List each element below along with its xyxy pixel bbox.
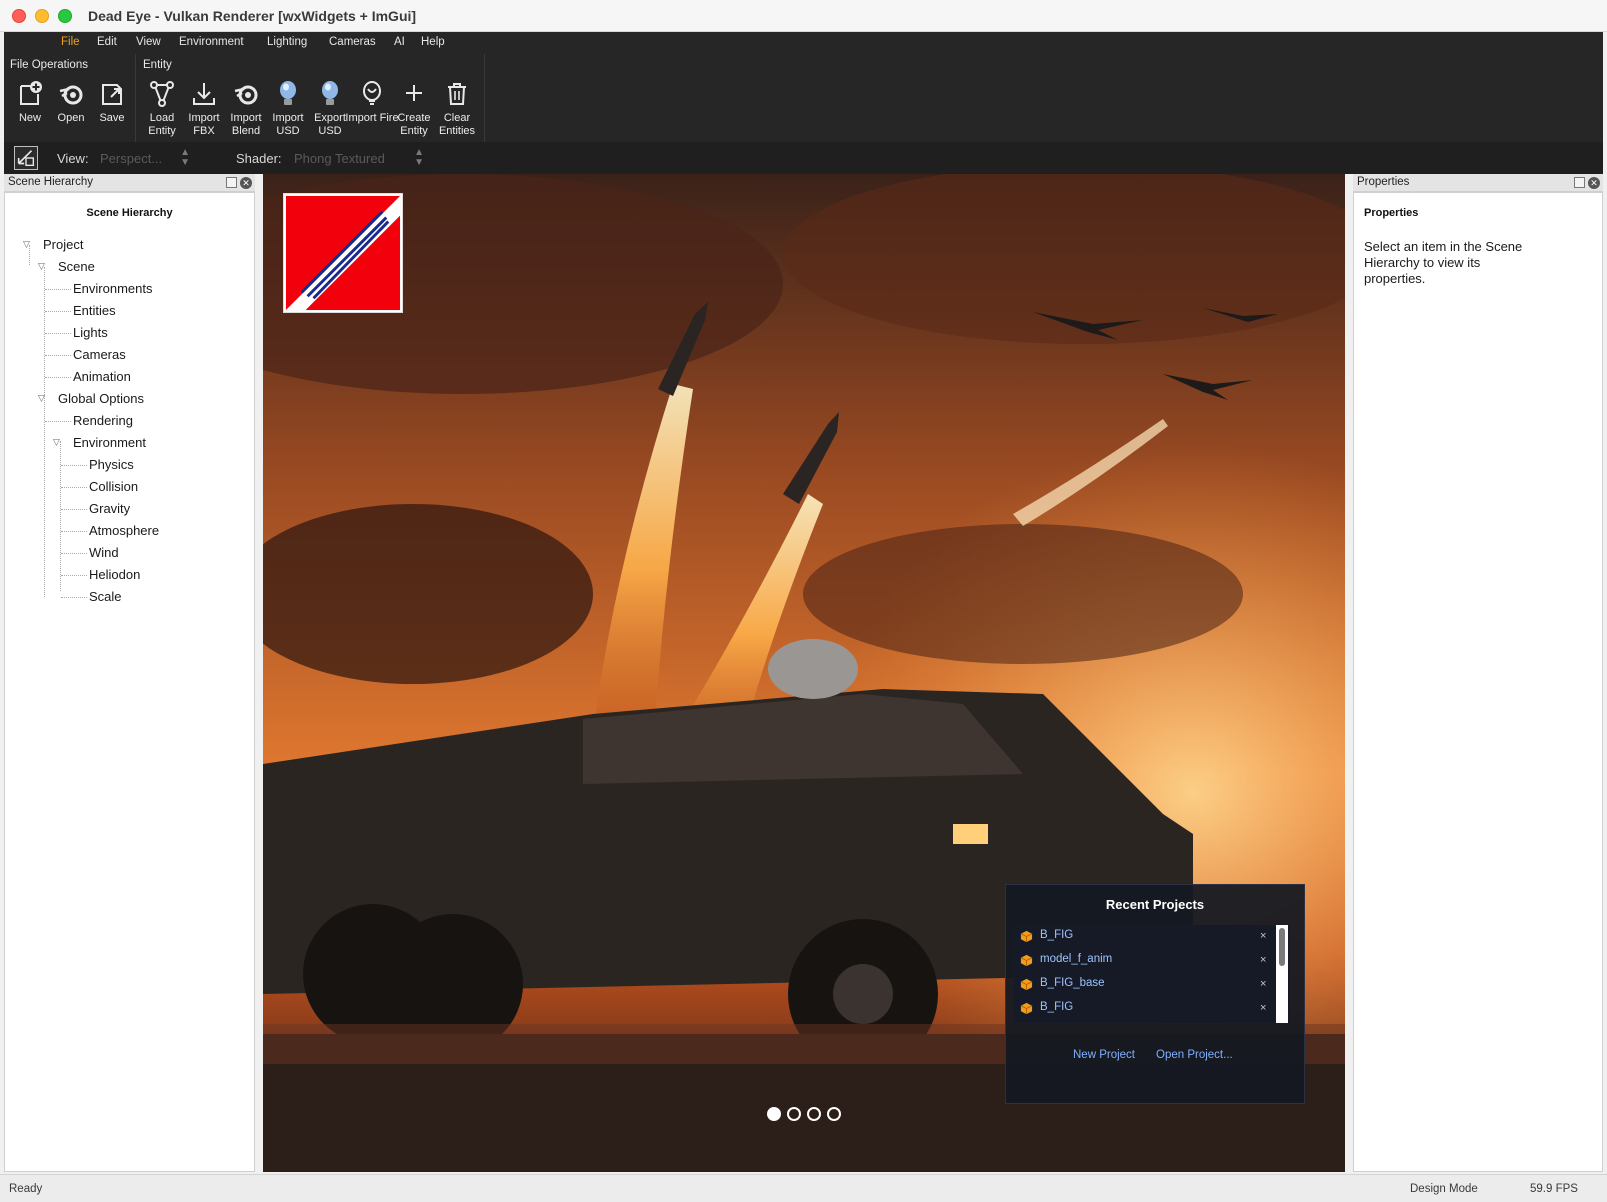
title-bar: Dead Eye - Vulkan Renderer [wxWidgets + … bbox=[0, 0, 1607, 32]
remove-project-icon[interactable]: × bbox=[1260, 1002, 1266, 1014]
remove-project-icon[interactable]: × bbox=[1260, 930, 1266, 942]
lightbulb-icon bbox=[280, 81, 296, 105]
remove-project-icon[interactable]: × bbox=[1260, 978, 1266, 990]
recent-projects-panel: Recent Projects B_FIG × model_f_anim × B… bbox=[1005, 884, 1305, 1104]
render-viewport[interactable]: Recent Projects B_FIG × model_f_anim × B… bbox=[263, 174, 1345, 1172]
chevron-down-icon[interactable]: ▽ bbox=[38, 393, 48, 403]
fire-bulb-icon bbox=[363, 81, 381, 105]
node-graph-icon bbox=[150, 81, 174, 107]
menu-view[interactable]: View bbox=[136, 36, 161, 48]
cube-icon bbox=[1020, 1002, 1033, 1015]
carousel-dot[interactable] bbox=[787, 1107, 801, 1121]
save-button[interactable]: Save bbox=[91, 78, 133, 140]
recent-projects-title: Recent Projects bbox=[1105, 897, 1205, 912]
recent-project-item[interactable]: B_FIG × bbox=[1014, 997, 1270, 1019]
carousel-dot[interactable] bbox=[807, 1107, 821, 1121]
open-project-link[interactable]: Open Project... bbox=[1156, 1049, 1233, 1061]
mode-indicator: Design Mode bbox=[1410, 1183, 1478, 1195]
create-entity-button[interactable]: Create Entity bbox=[393, 78, 435, 140]
view-bar: View: Perspect... ▲ ▼ Shader: Phong Textu… bbox=[4, 142, 1603, 174]
cube-icon bbox=[1020, 954, 1033, 967]
menu-edit[interactable]: Edit bbox=[97, 36, 117, 48]
recent-projects-scrollbar[interactable] bbox=[1276, 925, 1288, 1023]
export-usd-button[interactable]: Export USD bbox=[309, 78, 351, 140]
chevron-updown-icon: ▲ ▼ bbox=[414, 147, 424, 168]
trash-icon bbox=[448, 83, 466, 105]
properties-empty-message: Select an item in the Scene Hierarchy to… bbox=[1364, 239, 1523, 286]
chevron-down-icon[interactable]: ▽ bbox=[38, 261, 48, 271]
properties-header: Properties ✕ bbox=[1353, 174, 1603, 192]
entity-group: Entity Load Entity Import FBX Import Ble… bbox=[137, 54, 485, 142]
window-close-button[interactable] bbox=[12, 9, 26, 23]
entity-group-title: Entity bbox=[143, 59, 172, 71]
blender-open-icon bbox=[59, 85, 83, 105]
properties-header-title: Properties bbox=[1357, 176, 1410, 188]
view-label: View: bbox=[57, 151, 89, 166]
plus-icon bbox=[406, 85, 422, 101]
new-project-link[interactable]: New Project bbox=[1073, 1049, 1135, 1061]
window-minimize-button[interactable] bbox=[35, 9, 49, 23]
panel-close-icon[interactable]: ✕ bbox=[240, 177, 252, 189]
menu-bar: File Edit View Environment Lighting Came… bbox=[4, 32, 1603, 54]
properties-panel: Properties Select an item in the Scene H… bbox=[1353, 192, 1603, 1172]
recent-project-item[interactable]: B_FIG_base × bbox=[1014, 973, 1270, 995]
lightbulb-icon bbox=[322, 81, 338, 105]
new-document-icon bbox=[20, 81, 42, 105]
window-maximize-button[interactable] bbox=[58, 9, 72, 23]
chevron-updown-icon: ▲ ▼ bbox=[180, 147, 190, 168]
scene-hierarchy-title: Scene Hierarchy bbox=[86, 207, 173, 219]
blender-icon bbox=[234, 85, 258, 105]
menu-help[interactable]: Help bbox=[421, 36, 445, 48]
menu-file[interactable]: File bbox=[61, 36, 80, 48]
save-label: Save bbox=[99, 112, 125, 124]
view-select[interactable]: Perspect... ▲ ▼ bbox=[96, 147, 192, 169]
carousel-dot[interactable] bbox=[827, 1107, 841, 1121]
chevron-down-icon[interactable]: ▽ bbox=[53, 437, 63, 447]
carousel-dot[interactable] bbox=[767, 1107, 781, 1121]
scene-hierarchy-header: Scene Hierarchy ✕ bbox=[4, 174, 255, 192]
cube-icon bbox=[1020, 978, 1033, 991]
scene-hierarchy-panel: Scene Hierarchy ▽ Project ▽ Scene Enviro… bbox=[4, 192, 255, 1172]
properties-title: Properties bbox=[1364, 207, 1419, 219]
download-icon bbox=[193, 83, 215, 105]
window-title: Dead Eye - Vulkan Renderer [wxWidgets + … bbox=[88, 8, 417, 24]
file-operations-group: File Operations New Open Save bbox=[4, 54, 136, 142]
clear-entities-label: Clear Entities bbox=[438, 112, 476, 137]
status-bar: Ready Design Mode 59.9 FPS bbox=[0, 1174, 1607, 1202]
menu-lighting[interactable]: Lighting bbox=[267, 36, 307, 48]
panel-float-icon[interactable] bbox=[1574, 177, 1585, 188]
save-icon bbox=[102, 84, 122, 105]
cube-icon bbox=[1020, 930, 1033, 943]
panel-close-icon[interactable]: ✕ bbox=[1588, 177, 1600, 189]
menu-cameras[interactable]: Cameras bbox=[329, 36, 376, 48]
shader-select[interactable]: Phong Textured ▲ ▼ bbox=[290, 147, 426, 169]
scrollbar-thumb[interactable] bbox=[1279, 928, 1285, 966]
remove-project-icon[interactable]: × bbox=[1260, 954, 1266, 966]
open-button[interactable]: Open bbox=[50, 78, 92, 140]
scene-hierarchy-header-title: Scene Hierarchy bbox=[8, 176, 94, 188]
menu-ai[interactable]: AI bbox=[394, 36, 405, 48]
shader-select-value: Phong Textured bbox=[294, 151, 385, 166]
menu-environment[interactable]: Environment bbox=[179, 36, 244, 48]
recent-projects-list: B_FIG × model_f_anim × B_FIG_base × B_FI… bbox=[1014, 925, 1290, 1023]
recent-project-item[interactable]: B_FIG × bbox=[1014, 925, 1270, 947]
chevron-down-icon[interactable]: ▽ bbox=[23, 239, 33, 249]
status-text: Ready bbox=[9, 1183, 43, 1195]
shader-label: Shader: bbox=[236, 151, 282, 166]
ribbon-toolbar: File Operations New Open Save Entity Loa… bbox=[4, 54, 1603, 142]
panel-float-icon[interactable] bbox=[226, 177, 237, 188]
viewport-frame-icon[interactable] bbox=[14, 146, 38, 170]
recent-project-item[interactable]: model_f_anim × bbox=[1014, 949, 1270, 971]
clear-entities-button[interactable]: Clear Entities bbox=[436, 78, 478, 140]
app-logo bbox=[283, 193, 403, 313]
fps-counter: 59.9 FPS bbox=[1530, 1183, 1578, 1195]
view-select-value: Perspect... bbox=[100, 151, 163, 166]
file-operations-title: File Operations bbox=[10, 59, 88, 71]
app-window: Dead Eye - Vulkan Renderer [wxWidgets + … bbox=[0, 0, 1607, 1202]
new-button[interactable]: New bbox=[9, 78, 51, 140]
